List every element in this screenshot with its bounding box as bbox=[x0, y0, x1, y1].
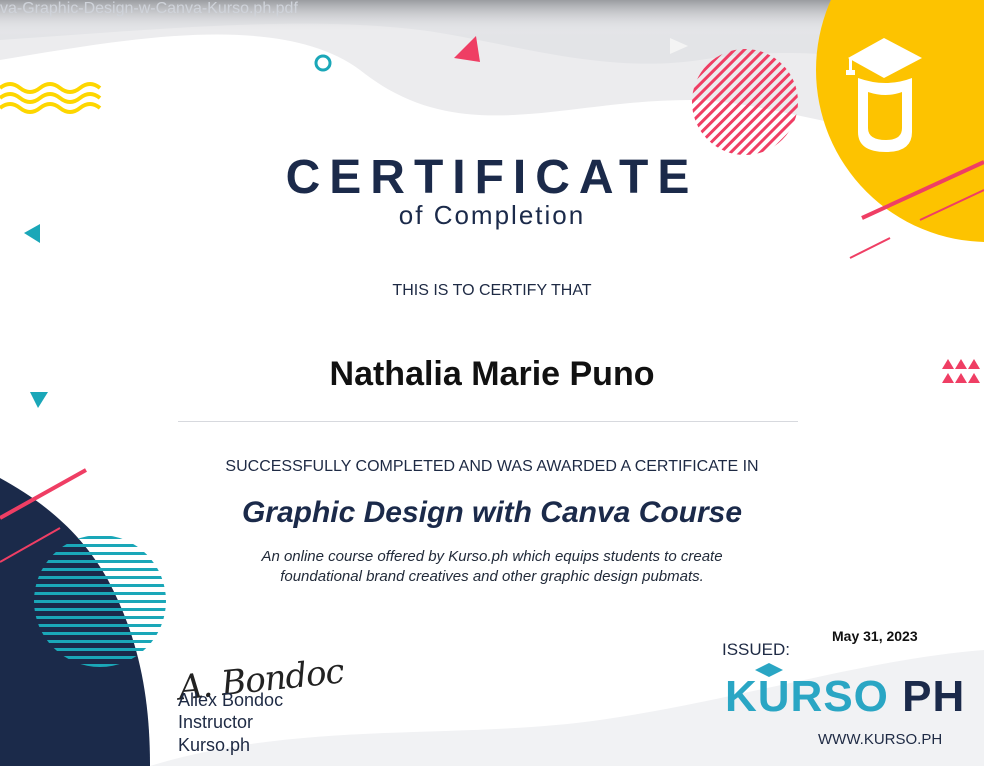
recipient-name: Nathalia Marie Puno bbox=[329, 355, 655, 393]
certificate-title: CERTIFICATE bbox=[285, 151, 699, 204]
signer-name: Allex Bondoc bbox=[178, 690, 284, 710]
signer-org: Kurso.ph bbox=[178, 735, 251, 755]
completed-line: SUCCESSFULLY COMPLETED AND WAS AWARDED A… bbox=[225, 458, 759, 475]
mortarboard-icon bbox=[755, 663, 783, 677]
signer-role: Instructor bbox=[178, 712, 254, 732]
description-line-2: foundational brand creatives and other g… bbox=[280, 568, 704, 585]
brand-url: WWW.KURSO.PH bbox=[818, 731, 943, 748]
issued-label: ISSUED: bbox=[722, 640, 791, 659]
divider-line bbox=[178, 421, 798, 422]
certify-line: THIS IS TO CERTIFY THAT bbox=[392, 282, 592, 299]
course-name: Graphic Design with Canva Course bbox=[241, 496, 743, 529]
issued-date: May 31, 2023 bbox=[832, 628, 918, 644]
certificate-subtitle: of Completion bbox=[398, 200, 586, 230]
certificate-page: va-Graphic-Design-w-Canva-Kurso.ph.pdf C… bbox=[0, 0, 984, 766]
brand-part-1: KURSO bbox=[725, 672, 889, 721]
file-title: va-Graphic-Design-w-Canva-Kurso.ph.pdf bbox=[0, 0, 298, 17]
brand-part-2: PH bbox=[888, 672, 966, 721]
description-line-1: An online course offered by Kurso.ph whi… bbox=[261, 548, 723, 565]
course-description: An online course offered by Kurso.ph whi… bbox=[0, 547, 984, 587]
brand-logo: KURSO PH bbox=[725, 672, 965, 722]
